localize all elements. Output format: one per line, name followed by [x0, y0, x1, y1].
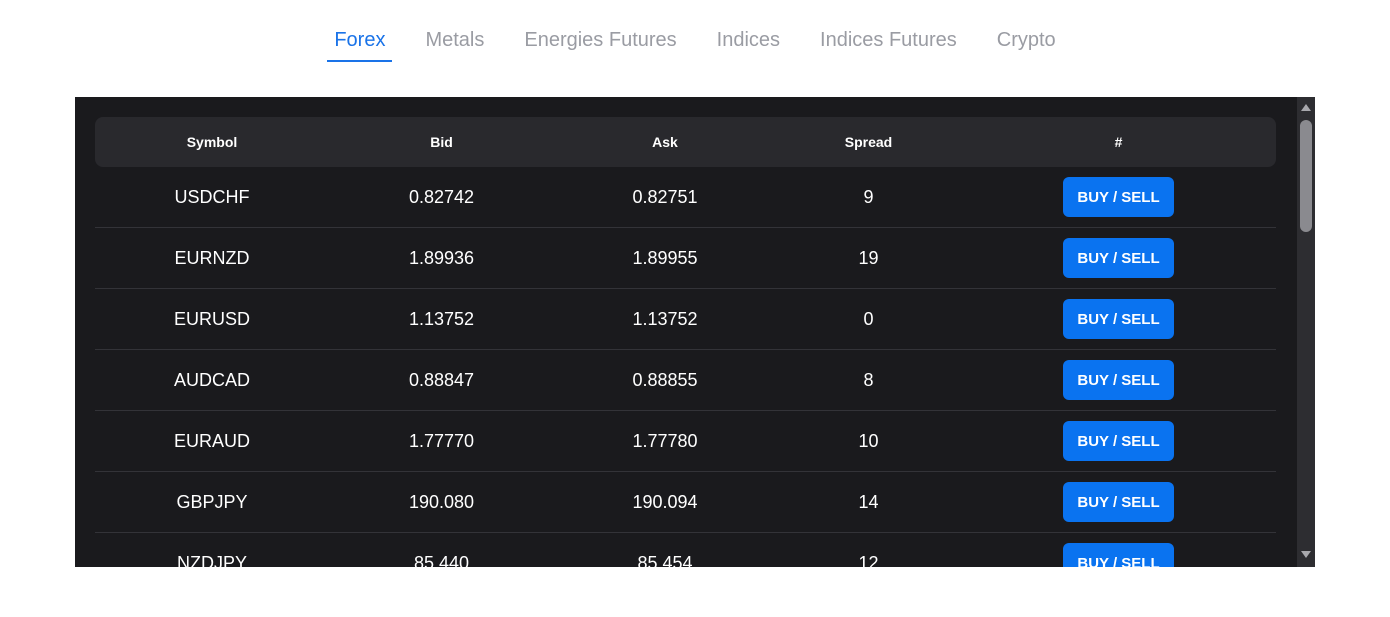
table-row: EURNZD 1.89936 1.89955 19 BUY / SELL — [95, 228, 1276, 289]
cell-spread: 9 — [863, 186, 874, 207]
cell-action: BUY / SELL — [961, 299, 1276, 339]
cell-spread: 10 — [858, 430, 879, 451]
scroll-up-arrow-icon[interactable] — [1301, 104, 1311, 111]
cell-bid: 0.82742 — [408, 186, 475, 207]
quotes-panel: Symbol Bid Ask Spread # USDCHF 0.82742 0… — [75, 97, 1315, 567]
cell-bid: 1.89936 — [408, 247, 475, 268]
quotes-table: Symbol Bid Ask Spread # USDCHF 0.82742 0… — [95, 117, 1276, 567]
cell-spread: 0 — [863, 308, 874, 329]
tab-forex[interactable]: Forex — [327, 26, 393, 62]
vertical-scrollbar[interactable] — [1297, 97, 1315, 567]
header-ask: Ask — [652, 134, 678, 150]
cell-ask: 85.454 — [637, 552, 693, 568]
cell-ask: 0.82751 — [632, 186, 698, 207]
cell-bid: 1.77770 — [408, 430, 475, 451]
cell-action: BUY / SELL — [961, 360, 1276, 400]
cell-ask: 1.77780 — [632, 430, 698, 451]
cell-action: BUY / SELL — [961, 177, 1276, 217]
tab-energies-futures[interactable]: Energies Futures — [517, 26, 683, 62]
header-spread: Spread — [844, 134, 893, 150]
tab-indices[interactable]: Indices — [710, 26, 787, 62]
table-row: AUDCAD 0.88847 0.88855 8 BUY / SELL — [95, 350, 1276, 411]
cell-bid: 1.13752 — [408, 308, 475, 329]
cell-bid: 85.440 — [413, 552, 470, 568]
cell-action: BUY / SELL — [961, 421, 1276, 461]
cell-action: BUY / SELL — [961, 238, 1276, 278]
buy-sell-button[interactable]: BUY / SELL — [1063, 421, 1174, 461]
cell-bid: 190.080 — [408, 491, 475, 512]
cell-symbol: USDCHF — [174, 186, 250, 207]
buy-sell-button[interactable]: BUY / SELL — [1063, 360, 1174, 400]
scrollbar-thumb[interactable] — [1300, 120, 1312, 232]
scroll-down-arrow-icon[interactable] — [1301, 551, 1311, 558]
tab-crypto[interactable]: Crypto — [990, 26, 1063, 62]
table-row: EURUSD 1.13752 1.13752 0 BUY / SELL — [95, 289, 1276, 350]
cell-action: BUY / SELL — [961, 482, 1276, 522]
cell-symbol: EURNZD — [174, 247, 250, 268]
table-row: NZDJPY 85.440 85.454 12 BUY / SELL — [95, 533, 1276, 567]
cell-symbol: GBPJPY — [176, 491, 248, 512]
tab-indices-futures[interactable]: Indices Futures — [813, 26, 964, 62]
header-symbol: Symbol — [186, 134, 238, 150]
cell-spread: 8 — [863, 369, 874, 390]
cell-symbol: EURUSD — [173, 308, 250, 329]
cell-spread: 19 — [858, 247, 879, 268]
cell-bid: 0.88847 — [408, 369, 475, 390]
buy-sell-button[interactable]: BUY / SELL — [1063, 543, 1174, 567]
buy-sell-button[interactable]: BUY / SELL — [1063, 482, 1174, 522]
cell-spread: 14 — [858, 491, 879, 512]
buy-sell-button[interactable]: BUY / SELL — [1063, 177, 1174, 217]
cell-ask: 1.89955 — [632, 247, 698, 268]
cell-ask: 190.094 — [632, 491, 698, 512]
table-row: USDCHF 0.82742 0.82751 9 BUY / SELL — [95, 167, 1276, 228]
tab-metals[interactable]: Metals — [418, 26, 491, 62]
cell-symbol: AUDCAD — [173, 369, 250, 390]
header-action: # — [1114, 134, 1123, 150]
cell-symbol: NZDJPY — [176, 552, 247, 568]
cell-ask: 0.88855 — [632, 369, 698, 390]
cell-symbol: EURAUD — [173, 430, 250, 451]
buy-sell-button[interactable]: BUY / SELL — [1063, 299, 1174, 339]
header-bid: Bid — [430, 134, 453, 150]
cell-spread: 12 — [858, 552, 879, 568]
table-row: GBPJPY 190.080 190.094 14 BUY / SELL — [95, 472, 1276, 533]
table-header: Symbol Bid Ask Spread # — [95, 117, 1276, 167]
buy-sell-button[interactable]: BUY / SELL — [1063, 238, 1174, 278]
cell-ask: 1.13752 — [632, 308, 698, 329]
table-row: EURAUD 1.77770 1.77780 10 BUY / SELL — [95, 411, 1276, 472]
market-tabs: Forex Metals Energies Futures Indices In… — [0, 0, 1390, 97]
cell-action: BUY / SELL — [961, 543, 1276, 567]
